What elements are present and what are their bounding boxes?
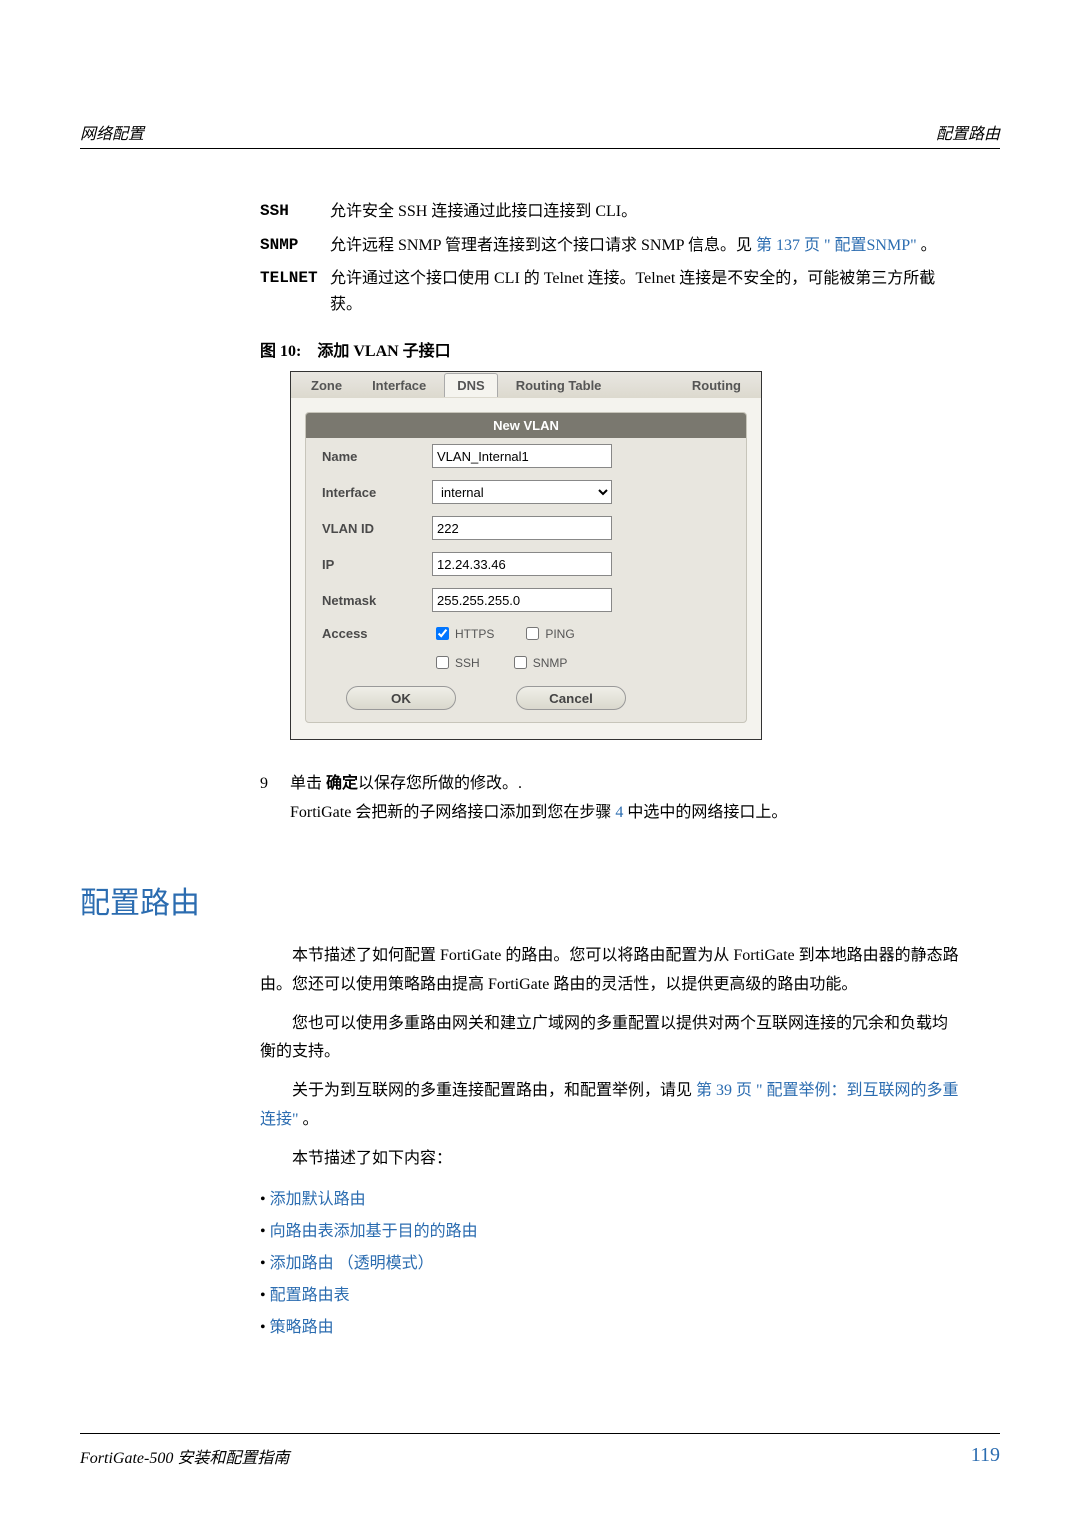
- checkbox-ssh[interactable]: SSH: [432, 653, 480, 672]
- bullet-3: • 添加路由 （透明模式）: [260, 1248, 1000, 1280]
- paragraph-3: 关于为到互联网的多重连接配置路由，和配置举例，请见 第 39 页 " 配置举例：…: [260, 1077, 960, 1135]
- ok-button[interactable]: OK: [346, 686, 456, 710]
- step-line1-bold: 确定: [326, 775, 358, 792]
- bullet-5: • 策略路由: [260, 1312, 1000, 1344]
- paragraph-1: 本节描述了如何配置 FortiGate 的路由。您可以将路由配置为从 Forti…: [260, 942, 960, 1000]
- step-line2-suffix: 中选中的网络接口上。: [623, 804, 787, 821]
- term-ssh: SSH: [260, 199, 330, 225]
- input-name[interactable]: [432, 444, 612, 468]
- footer-left: FortiGate-500 安装和配置指南: [80, 1444, 289, 1468]
- label-vlanid: VLAN ID: [322, 521, 432, 536]
- panel-title: New VLAN: [306, 413, 746, 438]
- tab-routing[interactable]: Routing: [680, 374, 753, 397]
- header-right: 配置路由: [936, 120, 1000, 144]
- page-number: 119: [971, 1444, 1000, 1468]
- page-header: 网络配置 配置路由: [80, 120, 1000, 149]
- figure-caption-text: 添加 VLAN 子接口: [317, 343, 450, 360]
- header-left: 网络配置: [80, 120, 144, 144]
- step-9: 9 单击 确定以保存您所做的修改。. FortiGate 会把新的子网络接口添加…: [260, 770, 1000, 828]
- new-vlan-panel: New VLAN Name Interface internal VLAN ID: [305, 412, 747, 723]
- checkbox-ssh-input[interactable]: [436, 656, 449, 669]
- link-snmp-page[interactable]: 第 137 页 " 配置SNMP": [756, 237, 917, 254]
- checkbox-ping-input[interactable]: [526, 627, 539, 640]
- p3-suffix: 。: [299, 1111, 319, 1128]
- checkbox-snmp-input[interactable]: [514, 656, 527, 669]
- checkbox-https-label: HTTPS: [455, 627, 494, 641]
- term-telnet: TELNET: [260, 266, 330, 317]
- desc-snmp: 允许远程 SNMP 管理者连接到这个接口请求 SNMP 信息。见 第 137 页…: [330, 233, 960, 259]
- paragraph-2: 您也可以使用多重路由网关和建立广域网的多重配置以提供对两个互联网连接的冗余和负载…: [260, 1010, 960, 1068]
- tab-bar: Zone Interface DNS Routing Table Routing: [291, 372, 761, 398]
- step-line1-suffix: 以保存您所做的修改。.: [358, 775, 522, 792]
- link-bullet-3[interactable]: 添加路由 （透明模式）: [270, 1255, 434, 1272]
- link-bullet-5[interactable]: 策略路由: [270, 1319, 334, 1336]
- paragraph-4: 本节描述了如下内容：: [260, 1145, 960, 1174]
- checkbox-snmp-label: SNMP: [533, 656, 568, 670]
- step-line2-prefix: FortiGate 会把新的子网络接口添加到您在步骤: [290, 804, 615, 821]
- desc-snmp-suffix: 。: [917, 237, 937, 254]
- checkbox-ssh-label: SSH: [455, 656, 480, 670]
- label-ip: IP: [322, 557, 432, 572]
- label-name: Name: [322, 449, 432, 464]
- link-bullet-1[interactable]: 添加默认路由: [270, 1191, 366, 1208]
- label-interface: Interface: [322, 485, 432, 500]
- figure-caption: 图 10: 添加 VLAN 子接口: [260, 337, 1000, 361]
- section-title: 配置路由: [80, 878, 1000, 922]
- term-snmp: SNMP: [260, 233, 330, 259]
- tab-zone[interactable]: Zone: [299, 374, 354, 397]
- label-netmask: Netmask: [322, 593, 432, 608]
- checkbox-snmp[interactable]: SNMP: [510, 653, 568, 672]
- link-bullet-2[interactable]: 向路由表添加基于目的的路由: [270, 1223, 478, 1240]
- select-interface[interactable]: internal: [432, 480, 612, 504]
- link-bullet-4[interactable]: 配置路由表: [270, 1287, 350, 1304]
- desc-telnet: 允许通过这个接口使用 CLI 的 Telnet 连接。Telnet 连接是不安全…: [330, 266, 960, 317]
- input-vlanid[interactable]: [432, 516, 612, 540]
- cancel-button[interactable]: Cancel: [516, 686, 626, 710]
- bullet-4: • 配置路由表: [260, 1280, 1000, 1312]
- page-footer: FortiGate-500 安装和配置指南 119: [80, 1433, 1000, 1468]
- bullet-1: • 添加默认路由: [260, 1184, 1000, 1216]
- step-line1-prefix: 单击: [290, 775, 326, 792]
- desc-snmp-prefix: 允许远程 SNMP 管理者连接到这个接口请求 SNMP 信息。见: [330, 237, 756, 254]
- tab-routing-table[interactable]: Routing Table: [504, 374, 614, 397]
- embedded-screenshot: Zone Interface DNS Routing Table Routing…: [290, 371, 762, 740]
- label-access: Access: [322, 626, 432, 641]
- checkbox-ping-label: PING: [545, 627, 574, 641]
- input-netmask[interactable]: [432, 588, 612, 612]
- p3-prefix: 关于为到互联网的多重连接配置路由，和配置举例，请见: [292, 1082, 696, 1099]
- bullet-2: • 向路由表添加基于目的的路由: [260, 1216, 1000, 1248]
- definition-list: SSH 允许安全 SSH 连接通过此接口连接到 CLI。 SNMP 允许远程 S…: [260, 199, 960, 317]
- tab-dns[interactable]: DNS: [444, 373, 497, 397]
- step-number: 9: [260, 770, 290, 828]
- tab-interface[interactable]: Interface: [360, 374, 438, 397]
- checkbox-https-input[interactable]: [436, 627, 449, 640]
- desc-ssh: 允许安全 SSH 连接通过此接口连接到 CLI。: [330, 199, 960, 225]
- input-ip[interactable]: [432, 552, 612, 576]
- checkbox-https[interactable]: HTTPS: [432, 624, 494, 643]
- bullet-list: • 添加默认路由 • 向路由表添加基于目的的路由 • 添加路由 （透明模式） •…: [260, 1184, 1000, 1344]
- checkbox-ping[interactable]: PING: [522, 624, 574, 643]
- section-body: 本节描述了如何配置 FortiGate 的路由。您可以将路由配置为从 Forti…: [260, 942, 960, 1174]
- figure-label: 图 10:: [260, 343, 301, 360]
